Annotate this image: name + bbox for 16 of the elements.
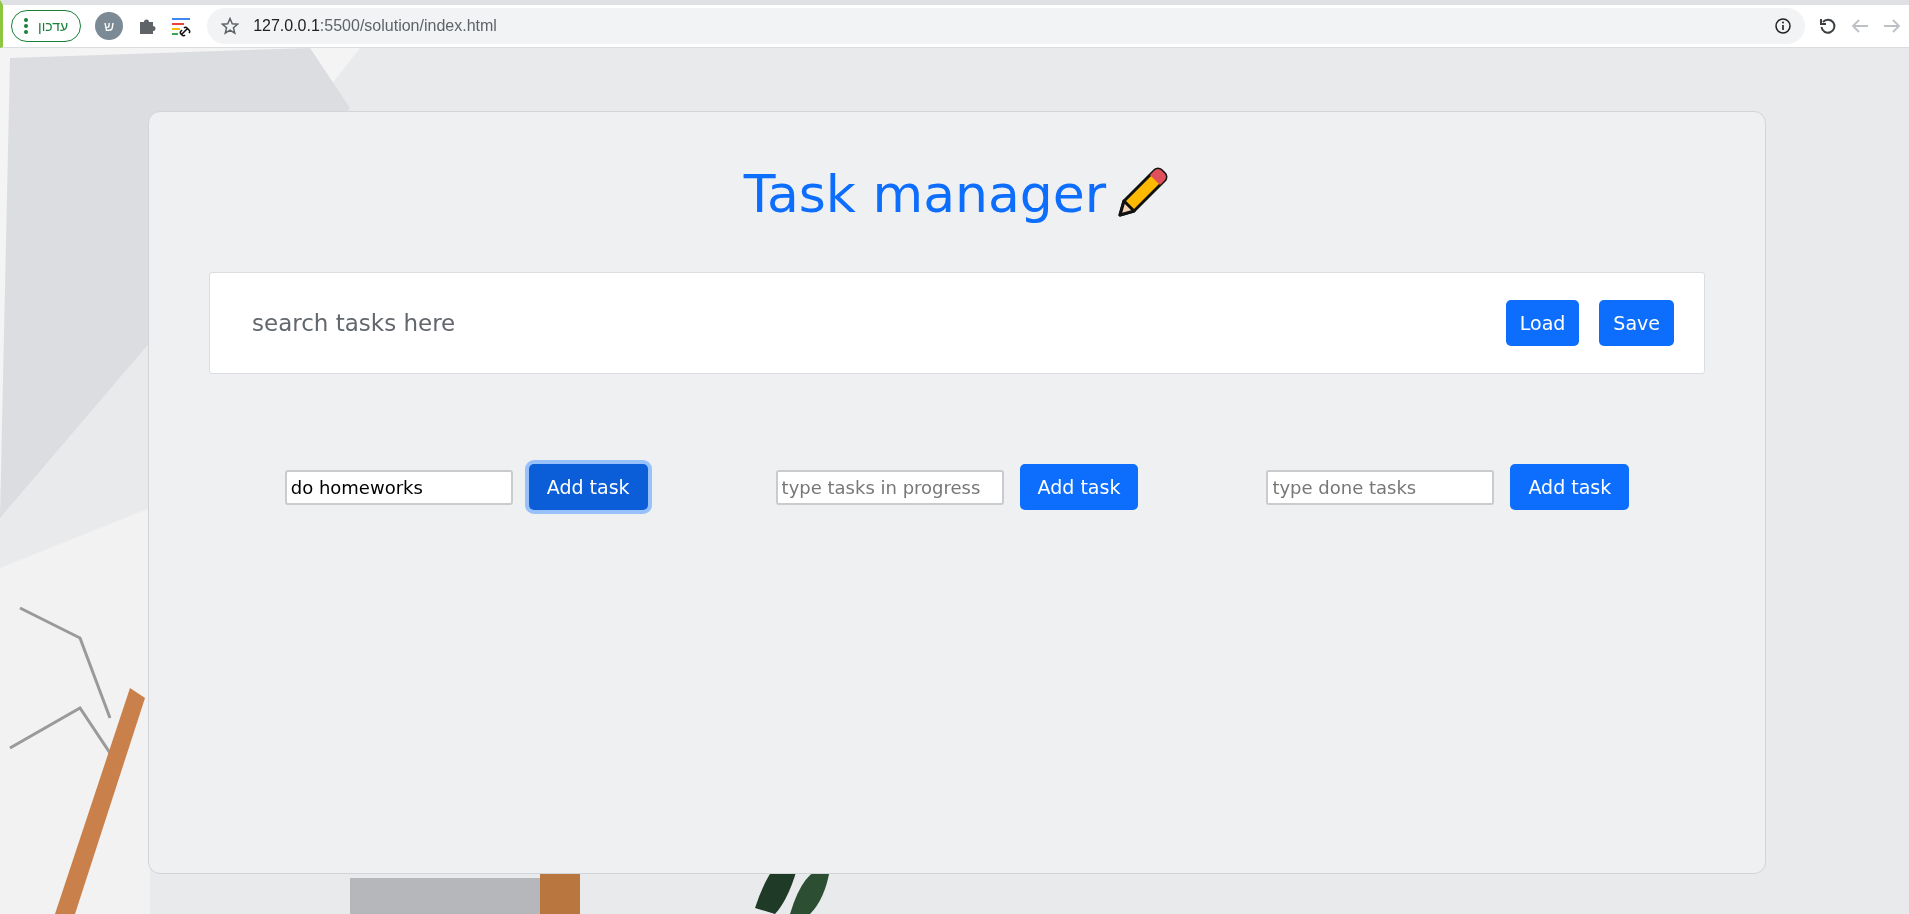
save-button[interactable]: Save bbox=[1599, 300, 1674, 346]
info-icon[interactable] bbox=[1775, 18, 1791, 34]
add-task-button[interactable]: Add task bbox=[1510, 464, 1630, 510]
star-icon[interactable] bbox=[221, 17, 240, 35]
reload-icon[interactable] bbox=[1819, 17, 1837, 35]
task-input[interactable]: do homeworks bbox=[284, 469, 513, 505]
add-task-button[interactable]: Add task bbox=[1019, 464, 1139, 510]
profile-avatar[interactable]: ש bbox=[95, 12, 124, 40]
url-text: 127.0.0.1:5500/solution/index.html bbox=[253, 17, 498, 35]
more-icon bbox=[24, 18, 28, 34]
load-button[interactable]: Load bbox=[1505, 300, 1580, 346]
update-button[interactable]: עדכון bbox=[11, 10, 82, 42]
address-bar[interactable]: 127.0.0.1:5500/solution/index.html bbox=[207, 8, 1805, 44]
app-title: Task manager bbox=[743, 164, 1107, 224]
task-input[interactable]: type tasks in progress bbox=[775, 469, 1004, 505]
task-input[interactable]: type done tasks bbox=[1266, 469, 1495, 505]
